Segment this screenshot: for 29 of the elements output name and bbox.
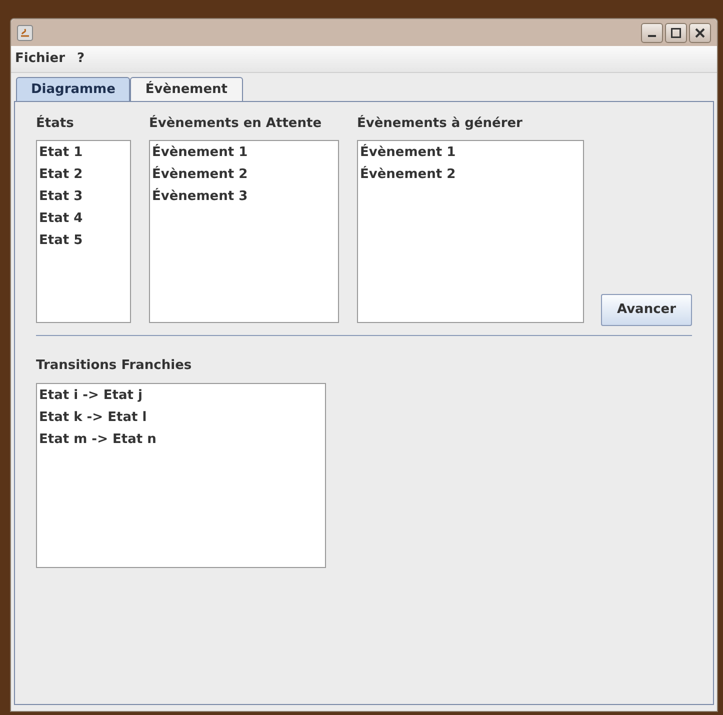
list-item[interactable]: Etat 4 <box>39 208 128 230</box>
list-item[interactable]: Etat 2 <box>39 164 128 186</box>
close-icon <box>695 28 705 38</box>
list-label: Transitions Franchies <box>36 357 193 375</box>
list-item[interactable]: Etat m -> Etat n <box>39 429 323 451</box>
list-label: Évènements en Attente <box>149 114 323 133</box>
list-item[interactable]: Évènement 1 <box>152 142 336 164</box>
list-label: Évènements à générer <box>357 114 524 133</box>
menu-item[interactable]: ? <box>76 49 85 69</box>
menu-item[interactable]: Fichier <box>15 49 65 69</box>
list-item[interactable]: Évènement 2 <box>360 164 581 186</box>
list-label: États <box>36 114 75 133</box>
list-item[interactable]: Évènement 3 <box>152 186 336 208</box>
close-button[interactable] <box>689 22 711 42</box>
list-item[interactable]: Évènement 2 <box>152 164 336 186</box>
list-item[interactable]: Etat 3 <box>39 186 128 208</box>
maximize-icon <box>671 28 681 38</box>
minimize-button[interactable] <box>641 22 663 42</box>
advance-button[interactable]: Avancer <box>601 294 692 326</box>
tab[interactable]: Évènement <box>130 77 242 101</box>
list-item[interactable]: Etat 1 <box>39 142 128 164</box>
maximize-button[interactable] <box>665 22 687 42</box>
list-item[interactable]: Etat k -> Etat l <box>39 407 323 429</box>
list-item[interactable]: Évènement 1 <box>360 142 581 164</box>
app-icon <box>17 24 33 40</box>
list-item[interactable]: Etat 5 <box>39 230 128 252</box>
minimize-icon <box>648 34 656 36</box>
list-item[interactable]: Etat i -> Etat j <box>39 385 323 407</box>
tab[interactable]: Diagramme <box>16 77 130 101</box>
